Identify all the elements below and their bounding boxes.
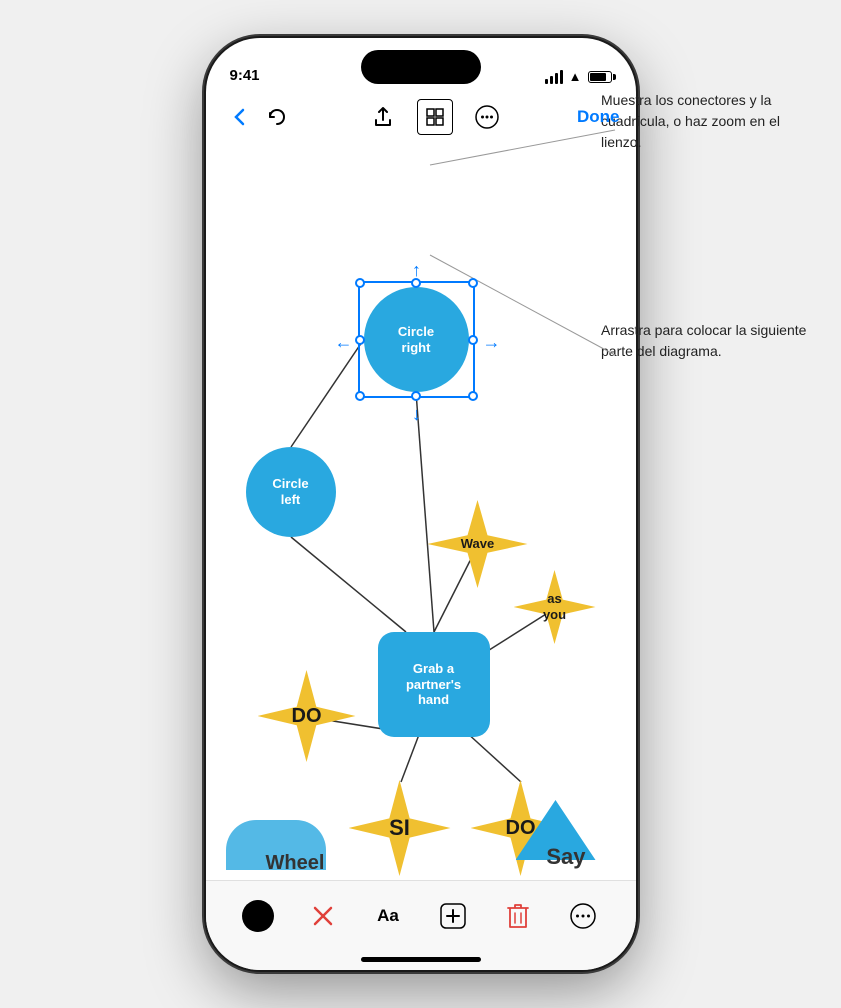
node-grab-partner-label: Grab apartner'shand (406, 661, 461, 708)
annotation-drag: Arrastra para colocar la siguiente parte… (601, 320, 821, 362)
status-time: 9:41 (230, 67, 260, 84)
toolbar-center (294, 99, 578, 135)
node-circle-right[interactable]: Circleright (364, 287, 469, 392)
phone-frame: 9:41 ▲ (206, 38, 636, 970)
text-button[interactable]: Aa (366, 894, 410, 938)
node-as-you-label: asyou (543, 591, 566, 622)
handle-bl[interactable] (355, 391, 365, 401)
annotation-drag-text: Arrastra para colocar la siguiente parte… (601, 320, 821, 362)
node-do-left[interactable]: DO (258, 670, 356, 762)
wheel-text: Wheel (266, 852, 325, 875)
signal-icon (545, 70, 563, 84)
canvas-area[interactable]: Circleright ↑ ↓ ← → Circleleft Wave (206, 142, 636, 880)
say-text: Say (546, 844, 585, 870)
node-circle-left[interactable]: Circleleft (246, 447, 336, 537)
node-do-right-label: DO (506, 816, 536, 840)
node-wave[interactable]: Wave (428, 500, 528, 588)
handle-tr[interactable] (468, 278, 478, 288)
text-btn-label: Aa (377, 906, 399, 926)
arrow-down[interactable]: ↓ (407, 404, 427, 424)
handle-mr[interactable] (468, 335, 478, 345)
more-button[interactable] (469, 99, 505, 135)
handle-tl[interactable] (355, 278, 365, 288)
bottom-toolbar: Aa (206, 880, 636, 970)
wifi-icon: ▲ (569, 69, 582, 84)
arrow-left[interactable]: ← (334, 332, 354, 352)
shape-button[interactable] (236, 894, 280, 938)
node-circle-right-label: Circleright (398, 324, 434, 355)
add-button[interactable] (431, 894, 475, 938)
share-button[interactable] (365, 99, 401, 135)
toolbar: Done (206, 92, 636, 142)
back-button[interactable] (222, 99, 258, 135)
node-si-label: SI (389, 815, 410, 841)
pen-button[interactable] (301, 894, 345, 938)
arrow-up[interactable]: ↑ (407, 260, 427, 280)
node-as-you[interactable]: asyou (514, 570, 596, 644)
grid-button[interactable] (417, 99, 453, 135)
home-indicator (361, 957, 481, 962)
done-button[interactable]: Done (577, 107, 620, 127)
handle-br[interactable] (468, 391, 478, 401)
node-do-left-label: DO (292, 704, 322, 728)
undo-button[interactable] (258, 99, 294, 135)
status-icons: ▲ (545, 69, 612, 84)
node-grab-partner[interactable]: Grab apartner'shand (378, 632, 490, 737)
canvas-bottom-decor: Wheel Say (206, 790, 636, 880)
more-options-button[interactable] (561, 894, 605, 938)
dynamic-island (361, 50, 481, 84)
arrow-right[interactable]: → (482, 332, 502, 352)
node-circle-left-label: Circleleft (272, 476, 308, 507)
battery-icon (588, 71, 612, 83)
delete-button[interactable] (496, 894, 540, 938)
handle-bm[interactable] (411, 391, 421, 401)
node-wave-label: Wave (461, 536, 494, 552)
